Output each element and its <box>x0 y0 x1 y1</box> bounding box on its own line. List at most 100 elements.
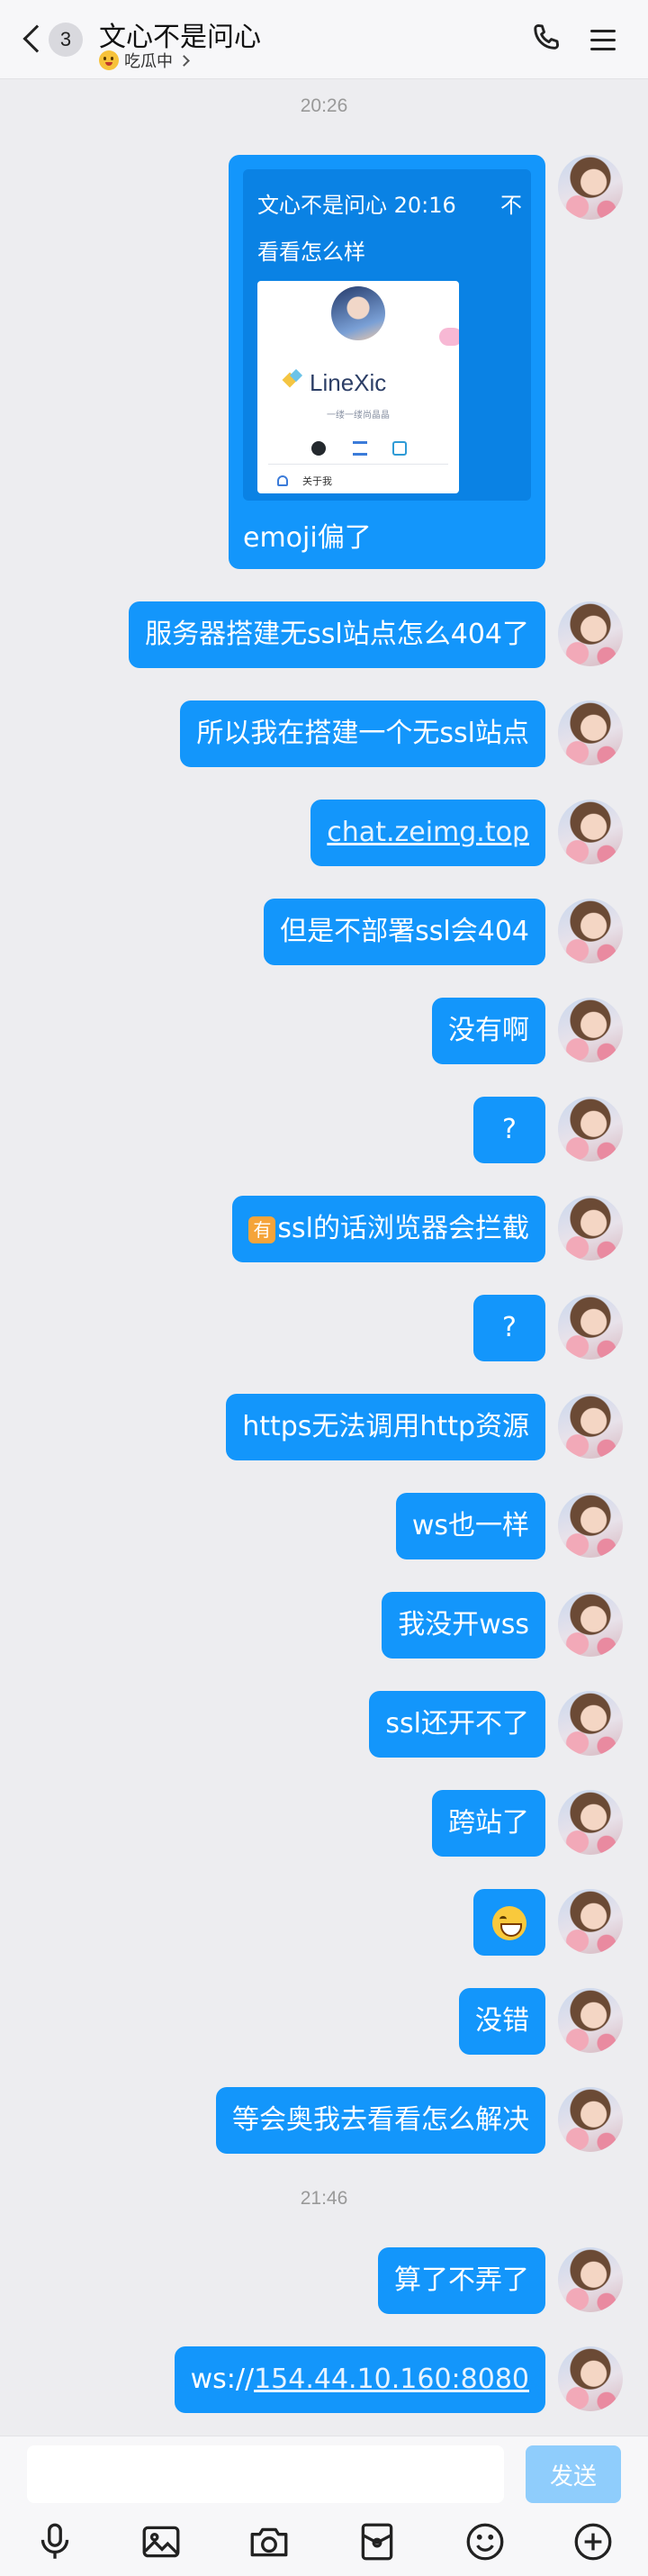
quote-author-time: 文心不是问心 20:16 <box>257 193 456 218</box>
avatar[interactable] <box>558 1592 623 1657</box>
quote-text: 看看怎么样 <box>257 240 365 265</box>
chevron-right-icon <box>178 54 190 67</box>
message-bubble[interactable]: ? <box>473 1295 545 1361</box>
message-bubble[interactable]: 有 ssl的话浏览器会拦截 <box>232 1196 545 1262</box>
preview-badge <box>439 328 459 346</box>
preview-about-link: 关于我 <box>302 475 332 487</box>
image-button[interactable] <box>139 2519 184 2564</box>
timestamp: 20:26 <box>300 95 348 116</box>
message-text: 没错 <box>475 2005 529 2037</box>
avatar[interactable] <box>558 2087 623 2152</box>
avatar[interactable] <box>558 899 623 963</box>
voice-call-button[interactable] <box>527 20 567 59</box>
avatar[interactable] <box>558 700 623 765</box>
message-text: 没有啊 <box>448 1015 529 1046</box>
avatar[interactable] <box>558 1295 623 1360</box>
chat-title[interactable]: 文心不是问心 <box>99 14 261 54</box>
red-packet-button[interactable] <box>355 2519 400 2564</box>
message-text: ws也一样 <box>411 1510 529 1541</box>
avatar[interactable] <box>558 2247 623 2312</box>
contact-status[interactable]: 吃瓜中 <box>99 50 190 71</box>
red-packet-icon <box>361 2523 393 2561</box>
image-icon <box>142 2526 180 2558</box>
emoji-have-icon: 有 <box>248 1216 276 1243</box>
avatar[interactable] <box>558 1394 623 1459</box>
status-text: 吃瓜中 <box>124 52 173 71</box>
menu-line <box>590 48 616 50</box>
send-button[interactable]: 发送 <box>526 2445 621 2503</box>
link-preview-card[interactable]: LineXic 一缕一缕尚晶晶 关于我 <box>257 281 459 493</box>
forwarded-message-bubble[interactable]: 文心不是问心 20:16 不 看看怎么样 LineXic 一缕一缕尚晶晶 关于我… <box>229 155 545 569</box>
message-bubble[interactable]: ws也一样 <box>395 1493 545 1559</box>
divider <box>268 464 448 465</box>
message-text: ws:// <box>190 2364 255 2395</box>
emoji-button[interactable] <box>463 2519 508 2564</box>
message-bubble[interactable]: ws://154.44.10.160:8080 <box>174 2346 545 2413</box>
message-input[interactable] <box>27 2445 504 2503</box>
avatar[interactable] <box>558 2346 623 2411</box>
composer-bar: 发送 <box>0 2436 648 2576</box>
voice-input-button[interactable] <box>32 2519 77 2564</box>
message-text: ? <box>502 1312 517 1343</box>
message-text: 等会奥我去看看怎么解决 <box>232 2104 529 2136</box>
message-bubble[interactable]: 所以我在搭建一个无ssl站点 <box>180 700 545 767</box>
message-bubble[interactable]: 没错 <box>459 1988 545 2055</box>
avatar[interactable] <box>558 601 623 666</box>
message-bubble[interactable]: chat.zeimg.top <box>310 800 545 866</box>
message-link[interactable]: 154.44.10.160:8080 <box>254 2364 529 2395</box>
microphone-icon <box>40 2523 69 2559</box>
user-icon <box>277 475 288 486</box>
avatar[interactable] <box>558 155 623 220</box>
camera-icon <box>250 2527 288 2557</box>
camera-button[interactable] <box>247 2519 292 2564</box>
message-link[interactable]: chat.zeimg.top <box>327 817 529 848</box>
message-text: 服务器搭建无ssl站点怎么404了 <box>145 619 529 650</box>
chevron-left-icon <box>22 24 51 53</box>
message-bubble[interactable]: ? <box>473 1097 545 1163</box>
quoted-message[interactable]: 文心不是问心 20:16 不 看看怎么样 LineXic 一缕一缕尚晶晶 关于我 <box>243 169 531 501</box>
message-text: ? <box>502 1114 517 1145</box>
avatar[interactable] <box>558 1790 623 1855</box>
message-bubble[interactable] <box>473 1889 545 1956</box>
preview-subtitle: 一缕一缕尚晶晶 <box>327 411 390 420</box>
menu-line <box>590 30 616 32</box>
preview-title: LineXic <box>310 369 387 396</box>
avatar[interactable] <box>558 998 623 1062</box>
more-menu-button[interactable] <box>585 22 621 58</box>
back-button[interactable]: 3 <box>18 18 90 61</box>
avatar[interactable] <box>558 1889 623 1954</box>
avatar[interactable] <box>558 1988 623 2053</box>
avatar[interactable] <box>558 1493 623 1558</box>
plus-icon <box>574 2523 612 2561</box>
message-text: https无法调用http资源 <box>242 1411 529 1442</box>
linexic-logo-icon <box>284 371 302 389</box>
github-icon <box>311 441 326 456</box>
more-actions-button[interactable] <box>571 2519 616 2564</box>
avatar[interactable] <box>558 1097 623 1161</box>
message-text: 我没开wss <box>398 1609 529 1641</box>
message-bubble[interactable]: 算了不弄了 <box>378 2247 545 2314</box>
avatar[interactable] <box>558 800 623 864</box>
message-text: ssl还开不了 <box>385 1708 529 1740</box>
message-bubble[interactable]: 服务器搭建无ssl站点怎么404了 <box>129 601 545 668</box>
emoji-icon <box>466 2523 504 2561</box>
message-text: 算了不弄了 <box>394 2264 529 2296</box>
message-text: 所以我在搭建一个无ssl站点 <box>196 718 529 749</box>
message-bubble[interactable]: 跨站了 <box>432 1790 545 1857</box>
chat-header: 3 文心不是问心 吃瓜中 <box>0 0 648 79</box>
message-bubble[interactable]: https无法调用http资源 <box>226 1394 545 1460</box>
avatar[interactable] <box>558 1196 623 1261</box>
status-emoji-icon <box>99 50 119 70</box>
message-bubble[interactable]: 但是不部署ssl会404 <box>264 899 545 965</box>
message-text: 跨站了 <box>448 1807 529 1839</box>
preview-avatar <box>331 286 385 340</box>
laughing-face-icon <box>492 1905 526 1940</box>
avatar[interactable] <box>558 1691 623 1756</box>
message-bubble[interactable]: 我没开wss <box>382 1592 545 1659</box>
message-bubble[interactable]: 等会奥我去看看怎么解决 <box>216 2087 545 2154</box>
menu-line <box>590 39 616 41</box>
calendar-icon <box>392 441 407 456</box>
message-bubble[interactable]: 没有啊 <box>432 998 545 1064</box>
unread-count-badge: 3 <box>49 23 83 57</box>
message-bubble[interactable]: ssl还开不了 <box>369 1691 545 1758</box>
